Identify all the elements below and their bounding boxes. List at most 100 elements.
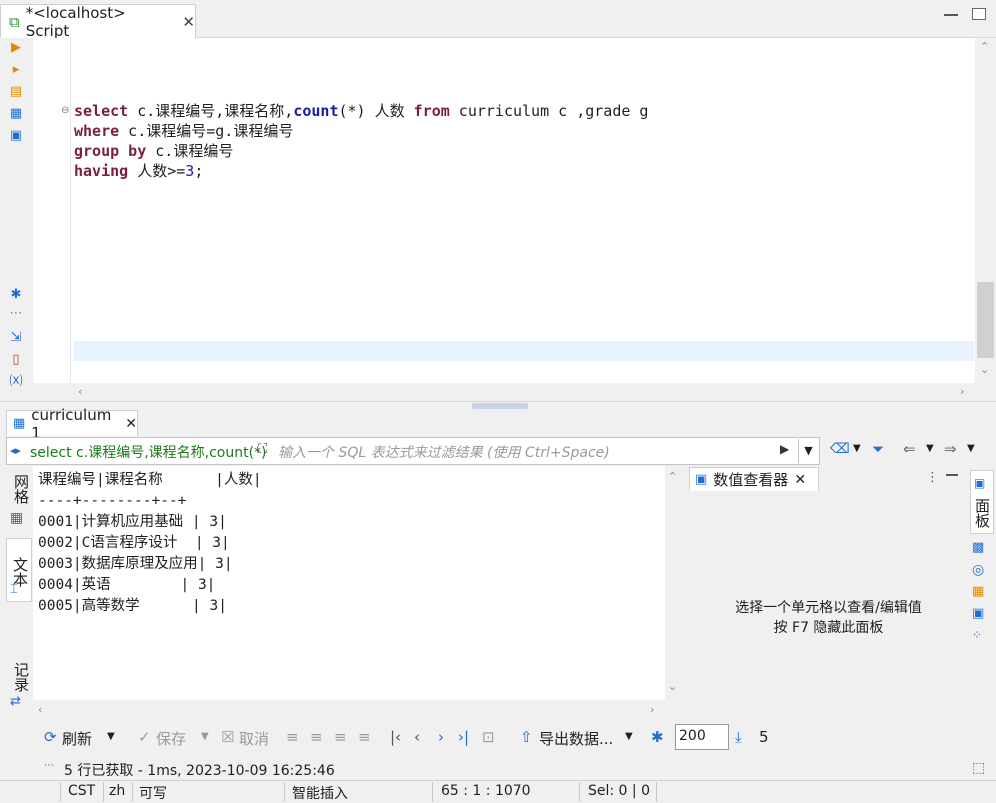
editor-tab-script[interactable]: ⧉ *<localhost> Script ✕ xyxy=(0,4,196,40)
editor-scroll-thumb[interactable] xyxy=(977,282,994,358)
sql-keyword: select xyxy=(74,102,129,120)
sql-line-4[interactable]: having 人数>=3; xyxy=(74,161,203,181)
settings-icon[interactable]: ✱ xyxy=(651,728,664,746)
scroll-down-icon[interactable]: ⌄ xyxy=(668,680,677,693)
scroll-up-icon[interactable]: ⌃ xyxy=(668,470,677,483)
sql-line-1[interactable]: select c.课程编号,课程名称,count(*) 人数 from curr… xyxy=(74,101,648,121)
fetch-all-icon[interactable]: ⊡ xyxy=(482,728,495,746)
grid-icon[interactable]: ▦ xyxy=(10,510,23,526)
file-icon[interactable]: ▯ xyxy=(8,352,24,368)
scroll-up-icon[interactable]: ⌃ xyxy=(980,40,989,53)
close-icon[interactable]: ✕ xyxy=(794,472,806,488)
more-options-icon[interactable]: ⋮ xyxy=(926,470,939,485)
last-page-icon[interactable]: ›| xyxy=(458,728,469,746)
refresh-button[interactable]: 刷新 xyxy=(62,728,92,749)
status-selection: Sel: 0 | 0 xyxy=(588,783,650,799)
row-count-icon[interactable]: ⤓ xyxy=(735,728,742,746)
tab-grid[interactable]: 网格 xyxy=(6,472,32,506)
record-icon[interactable]: ⇄ xyxy=(10,694,21,709)
scroll-left-icon[interactable]: ‹ xyxy=(78,385,82,398)
grid-pattern-icon[interactable]: ▩ xyxy=(972,540,984,555)
chevron-down-icon[interactable]: ▼ xyxy=(853,443,861,454)
refresh-icon: ⟳ xyxy=(44,728,57,746)
status-cursor-position: 65 : 1 : 1070 xyxy=(441,783,531,799)
expand-icon[interactable]: ⛶ xyxy=(258,442,267,457)
maximize-icon[interactable] xyxy=(972,8,986,20)
splitter-handle[interactable] xyxy=(472,403,528,409)
status-insert-mode: 智能插入 xyxy=(292,786,348,802)
execute-script-icon[interactable]: ▤ xyxy=(8,84,24,100)
close-icon[interactable]: ✕ xyxy=(182,13,195,31)
result-tab-curriculum[interactable]: ▦ curriculum 1 ✕ xyxy=(6,406,138,442)
cancel-icon: ☒ xyxy=(221,728,235,746)
execution-plan-icon[interactable]: ▦ xyxy=(8,106,24,122)
back-icon[interactable]: ⇐ xyxy=(903,440,916,458)
tab-record[interactable]: 记录 xyxy=(6,660,32,694)
panel-tab-label: 面板 xyxy=(973,498,991,528)
status-separator xyxy=(103,782,104,802)
save-icon: ✓ xyxy=(138,728,151,746)
text-horizontal-scrollbar[interactable] xyxy=(33,700,665,720)
filter-icon[interactable]: ⏷ xyxy=(872,440,884,458)
value-viewer-tab[interactable]: ▣ 数值查看器 ✕ xyxy=(689,467,819,491)
terminal-icon[interactable]: ▣ xyxy=(8,128,24,144)
table-icon: ▦ xyxy=(13,416,26,431)
filter-source-sql[interactable]: select c.课程编号,课程名称,count(*) 人数 from curr… xyxy=(30,442,270,462)
fetch-size-input[interactable]: 200 xyxy=(675,724,729,750)
scroll-right-icon[interactable]: › xyxy=(650,703,654,716)
sql-line-2[interactable]: where c.课程编号=g.课程编号 xyxy=(74,121,293,141)
edit-row-icon[interactable]: ≡ xyxy=(286,728,299,746)
sql-editor[interactable] xyxy=(33,38,975,383)
delete-row-icon[interactable]: ≡ xyxy=(358,728,371,746)
window-icon[interactable]: ▣ xyxy=(972,606,984,621)
group-icon[interactable]: ⁘ xyxy=(972,628,982,642)
close-icon[interactable]: ✕ xyxy=(125,416,137,432)
chevron-down-icon[interactable]: ▼ xyxy=(926,443,934,454)
minimize-icon[interactable] xyxy=(946,474,958,476)
copy-row-icon[interactable]: ≡ xyxy=(334,728,347,746)
chevron-down-icon[interactable]: ▼ xyxy=(625,731,633,742)
filter-history-dropdown[interactable]: ▼ xyxy=(798,439,818,463)
chevron-down-icon[interactable]: ▼ xyxy=(107,731,115,742)
forward-icon[interactable]: ⇒ xyxy=(944,440,957,458)
execute-statement-new-tab-icon[interactable]: ▸ xyxy=(8,62,24,78)
calculator-icon[interactable]: ▦ xyxy=(972,584,984,599)
eraser-icon[interactable]: ⌫ xyxy=(830,441,850,457)
cancel-button[interactable]: 取消 xyxy=(239,728,269,749)
sql-line-3[interactable]: group by c.课程编号 xyxy=(74,141,233,161)
chevron-down-icon[interactable]: ▼ xyxy=(201,731,209,742)
execute-statement-icon[interactable]: ▶ xyxy=(8,40,24,56)
more-dots-icon[interactable]: ⋯ xyxy=(8,306,24,322)
status-separator xyxy=(284,782,285,802)
save-button[interactable]: 保存 xyxy=(156,728,186,749)
previous-page-icon[interactable]: ‹ xyxy=(414,728,420,746)
apply-filter-icon[interactable]: ▶ xyxy=(780,442,789,456)
filter-input[interactable]: 输入一个 SQL 表达式来过滤结果 (使用 Ctrl+Space) xyxy=(278,442,610,462)
export-data-button[interactable]: 导出数据... xyxy=(539,728,613,749)
sql-function: count xyxy=(293,102,339,120)
settings-icon[interactable]: ✱ xyxy=(8,287,24,303)
sql-source-icon[interactable]: ◂▸ xyxy=(10,444,21,457)
scroll-right-icon[interactable]: › xyxy=(960,385,964,398)
editor-horizontal-scrollbar[interactable] xyxy=(74,383,974,401)
text-result-line: 0001|计算机应用基础 | 3| xyxy=(38,514,227,530)
first-page-icon[interactable]: |‹ xyxy=(390,728,401,746)
chevron-down-icon[interactable]: ▼ xyxy=(967,443,975,454)
minimize-icon[interactable] xyxy=(944,14,958,16)
layout-icon[interactable]: ⬚ xyxy=(972,760,985,776)
sql-keyword: group by xyxy=(74,142,147,160)
sql-text: 人数>= xyxy=(128,162,186,180)
text-result-line: 0004|英语 | 3| xyxy=(38,577,216,593)
status-dots-icon: ⋯ xyxy=(44,760,54,771)
next-page-icon[interactable]: › xyxy=(438,728,444,746)
scroll-down-icon[interactable]: ⌄ xyxy=(980,363,989,376)
palette-icon[interactable]: ◎ xyxy=(972,562,984,578)
value-viewer-tab-label: 数值查看器 xyxy=(713,471,789,489)
scroll-left-icon[interactable]: ‹ xyxy=(38,703,42,716)
variables-icon[interactable]: ⒳ xyxy=(8,374,24,390)
fold-icon[interactable]: ⊖ xyxy=(61,105,69,116)
sql-keyword: where xyxy=(74,122,120,140)
export-icon[interactable]: ⇲ xyxy=(8,330,24,346)
status-mode: 可写 xyxy=(139,786,167,802)
add-row-icon[interactable]: ≡ xyxy=(310,728,323,746)
